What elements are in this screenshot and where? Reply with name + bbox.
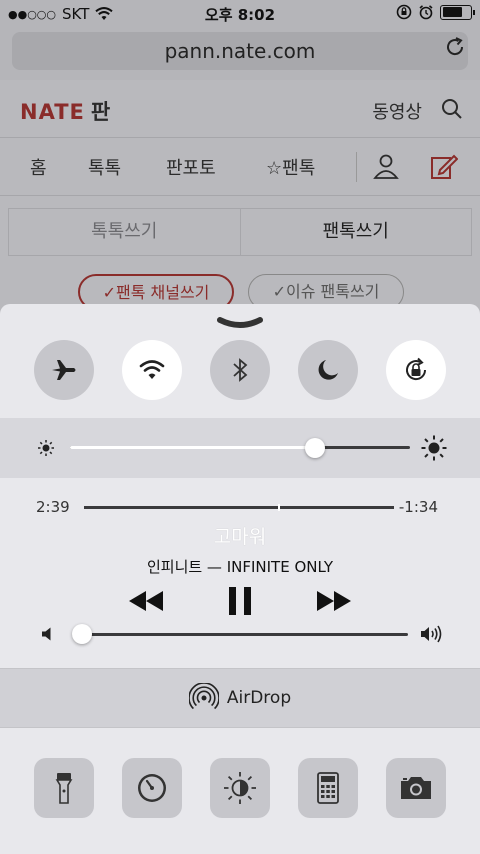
calculator-icon [317,772,339,804]
airdrop-label: AirDrop [226,688,292,708]
bluetooth-icon [233,358,248,382]
flashlight-button[interactable] [34,758,94,818]
battery-icon [440,4,475,20]
wifi-icon [139,360,165,379]
song-title: 고마워 [213,526,267,548]
rotation-lock-toggle[interactable] [386,340,446,400]
nav-item-toktok[interactable]: 톡톡 [88,154,121,180]
nav-item-panphoto[interactable]: 판포토 [166,154,216,180]
brightness-fill [70,446,315,449]
rotation-lock-icon [406,357,427,381]
battery-fill [442,7,462,17]
pause-button[interactable] [222,584,258,618]
night-shift-icon [224,772,256,804]
rotation-lock-status-icon [396,4,412,20]
fast-forward-button[interactable] [314,584,354,618]
airplane-mode-toggle[interactable] [34,340,94,400]
volume-high-icon [421,625,442,643]
nav-divider [356,152,357,182]
volume-track [72,633,408,636]
user-icon[interactable] [372,152,400,180]
chevron-down-icon[interactable] [216,316,264,330]
web-page: NATE 판 동영상 홈 톡톡 판포토 ☆팬톡 톡톡쓰기 팬톡쓰기 ✓팬톡 채널쓰… [0,80,480,320]
flashlight-icon [55,773,73,804]
airdrop-button[interactable]: AirDrop [0,668,480,728]
write-tabs: 톡톡쓰기 팬톡쓰기 [8,208,472,256]
now-playing: 2:39 -1:34 고마워 인피니트 — INFINITE ONLY [0,478,480,668]
tab-fantalk-write[interactable]: 팬톡쓰기 [241,209,472,255]
elapsed-time: 2:39 [36,498,70,516]
video-link[interactable]: 동영상 [372,98,422,124]
airplane-icon [52,360,76,380]
camera-button[interactable] [386,758,446,818]
logo-suffix: 판 [90,100,112,124]
airdrop-icon [188,683,219,710]
remaining-time: -1:34 [398,498,438,516]
rewind-button[interactable] [126,584,166,618]
artist-album: 인피니트 — INFINITE ONLY [146,558,334,576]
site-nav: 홈 톡톡 판포토 ☆팬톡 [0,138,480,196]
moon-icon [318,360,338,380]
calculator-button[interactable] [298,758,358,818]
control-center: 2:39 -1:34 고마워 인피니트 — INFINITE ONLY AirD… [0,304,480,854]
brightness-slider-handle[interactable] [304,438,325,458]
reload-icon[interactable] [442,34,468,60]
nav-item-home[interactable]: 홈 [30,154,47,180]
timer-icon [138,774,166,802]
status-bar: ●●○○○ SKT 오후 8:02 [0,0,480,28]
fast-forward-icon [317,591,351,611]
wifi-toggle[interactable] [122,340,182,400]
nav-item-fantalk[interactable]: ☆팬톡 [266,154,315,180]
brightness-high-icon [421,435,447,461]
playback-progress-marker[interactable] [278,504,281,511]
volume-low-icon [42,627,51,641]
tab-toktok-write[interactable]: 톡톡쓰기 [9,209,241,255]
night-shift-button[interactable] [210,758,270,818]
browser-toolbar: pann.nate.com [0,28,480,80]
address-bar[interactable]: pann.nate.com [12,32,468,70]
rewind-icon [129,591,163,611]
brightness-control [0,418,480,478]
volume-slider-handle[interactable] [72,624,92,644]
brightness-low-icon [38,440,54,456]
search-icon[interactable] [440,97,464,121]
logo-text: NATE [20,100,85,124]
alarm-status-icon [419,5,433,20]
timer-button[interactable] [122,758,182,818]
write-icon[interactable] [430,152,458,180]
bluetooth-toggle[interactable] [210,340,270,400]
pause-icon [229,587,251,615]
camera-icon [401,777,431,799]
playback-progress-track[interactable] [84,506,394,509]
site-logo[interactable]: NATE 판 [20,96,111,126]
do-not-disturb-toggle[interactable] [298,340,358,400]
site-header: NATE 판 동영상 [0,80,480,138]
